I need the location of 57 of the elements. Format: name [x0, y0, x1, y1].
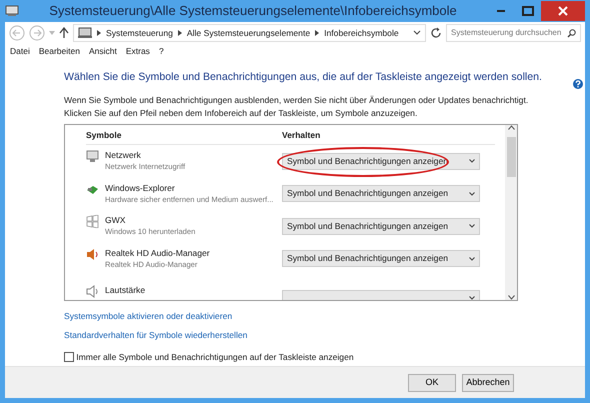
help-icon[interactable]	[573, 79, 583, 89]
column-header: Verhalten	[282, 129, 320, 142]
cancel-button[interactable]: Abbrechen	[462, 374, 514, 392]
scroll-down-icon	[508, 294, 514, 300]
windows-logo-icon	[86, 215, 99, 228]
scroll-up-icon	[508, 124, 514, 130]
link[interactable]: Systemsymbole aktivieren oder deaktivieren	[64, 310, 232, 323]
breadcrumb-item[interactable]: Infobereichsymbole	[324, 26, 399, 40]
window-icon	[5, 5, 19, 17]
chevron-down-icon	[469, 192, 475, 196]
chevron-down-icon	[469, 224, 475, 228]
chevron-icon	[315, 30, 320, 36]
checkbox[interactable]	[64, 352, 74, 362]
refresh-icon[interactable]	[430, 27, 442, 39]
close-icon	[558, 6, 568, 16]
behavior-dropdown[interactable]: Symbol und Benachrichtigungen anzeigen	[282, 250, 480, 268]
chevron-down-icon	[469, 256, 475, 261]
chevron-down-icon	[469, 296, 475, 300]
link[interactable]: Standardverhalten für Symbole wiederherstellen	[64, 329, 248, 342]
app-name: Netzwerk	[105, 150, 142, 162]
app-name: Realtek HD Audio-Manager	[105, 248, 210, 259]
dropdown-icon[interactable]	[413, 30, 421, 36]
checkbox-label: Immer alle Symbole und Benachrichtigungen auf der Taskleiste anzeigen	[76, 350, 354, 364]
scrollbar-thumb[interactable]	[506, 137, 516, 178]
behavior-dropdown[interactable]: Symbol und Benachrichtigungen anzeigen	[282, 185, 480, 202]
page-heading: Wählen Sie die Symbole und Benachrichtigungen aus, die auf der Taskleiste angezeigt werden sollen.	[64, 70, 542, 85]
menu-item[interactable]: ?	[158, 44, 164, 58]
behavior-dropdown[interactable]: Symbol und Benachrichtigungen anzeigen	[282, 152, 480, 170]
monitor-icon	[86, 150, 99, 164]
menu-item[interactable]: Datei	[10, 44, 30, 58]
behavior-dropdown[interactable]: Symbol und Benachrichtigungen anzeigen	[282, 218, 480, 235]
maximize-icon	[522, 6, 534, 16]
menu-item[interactable]: Ansicht	[88, 44, 117, 58]
search-icon	[567, 28, 576, 38]
column-header: Symbole	[86, 129, 122, 142]
chevron-down-icon	[469, 159, 475, 164]
address-bar[interactable]: Systemsteuerung Alle Systemsteuerungselemente Infobereichsymbole	[73, 24, 426, 42]
ok-button[interactable]: OK	[408, 374, 456, 392]
breadcrumb-item[interactable]: Systemsteuerung	[106, 26, 173, 40]
description-text: Wenn Sie Symbole und Benachrichtigungen ausblenden, werden Sie nicht über Änderungen oder Updates benachrichtigt. Klicken Sie auf den Pfeil neben dem Infobereich auf der Taskleiste, um Symbole anzuzeigen.	[64, 94, 530, 120]
chevron-icon	[178, 30, 182, 36]
scrollbar[interactable]	[505, 124, 517, 300]
menu-item[interactable]: Bearbeiten	[38, 44, 80, 58]
search-field[interactable]: Systemsteuerung durchsuchen	[446, 24, 581, 42]
minimize-icon	[497, 10, 505, 12]
up-arrow-icon[interactable]	[59, 27, 69, 39]
app-name: Lautstärke	[105, 284, 146, 296]
computer-icon	[78, 27, 92, 39]
speaker-icon	[86, 284, 99, 298]
app-name: Windows-Explorer	[105, 182, 176, 194]
speaker-icon	[86, 248, 99, 261]
app-name: GWX	[105, 215, 127, 226]
close-button[interactable]	[541, 1, 585, 21]
chevron-icon	[97, 30, 101, 36]
window-title: Systemsteuerung\Alle Systemsteuerungselemente\Infobereichsymbole	[48, 2, 458, 20]
breadcrumb-item[interactable]: Alle Systemsteuerungselemente	[186, 26, 310, 40]
menu-item[interactable]: Extras	[126, 44, 150, 58]
